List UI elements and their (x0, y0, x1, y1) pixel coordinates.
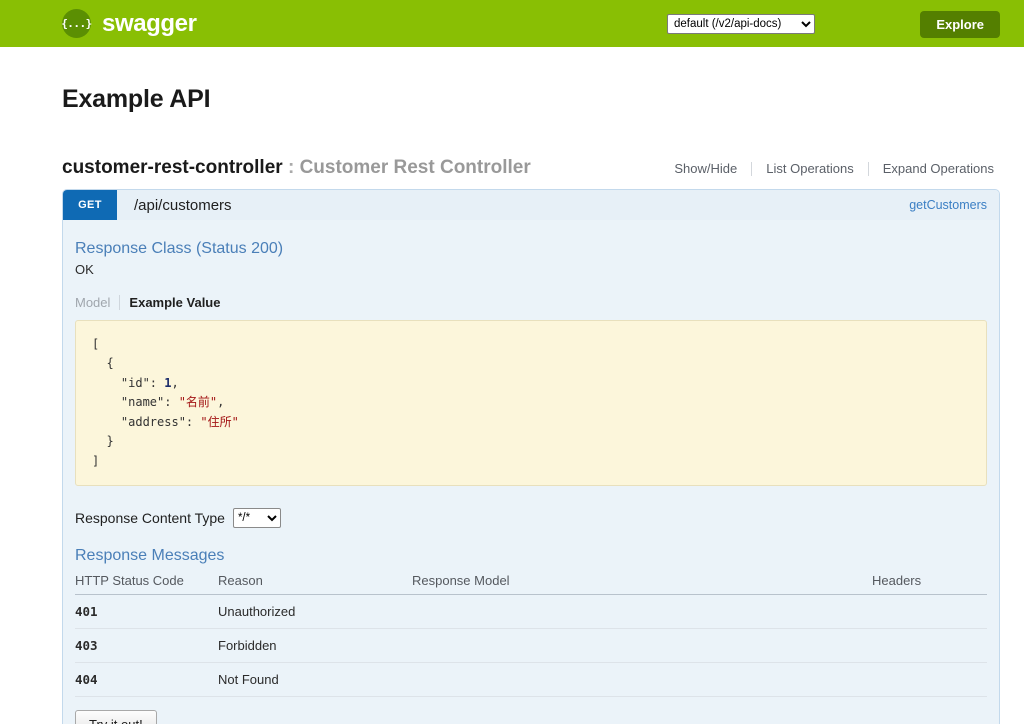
reason-cell: Forbidden (218, 628, 412, 664)
headers-cell (872, 628, 987, 664)
operation-path[interactable]: /api/customers (134, 197, 232, 214)
reason-cell: Not Found (218, 662, 412, 698)
response-content-type-label: Response Content Type (75, 510, 225, 527)
show-hide-link[interactable]: Show/Hide (660, 161, 751, 176)
operation-nickname-link[interactable]: getCustomers (909, 198, 987, 212)
column-response-model: Response Model (412, 573, 872, 596)
example-value-code: [ { "id": 1, "name": "名前", "address": "住… (75, 320, 987, 487)
try-it-out-button[interactable]: Try it out! (75, 710, 157, 724)
tab-model[interactable]: Model (75, 295, 119, 310)
response-content-type-row: Response Content Type */* (75, 508, 987, 529)
page-content: Example API customer-rest-controller : C… (0, 85, 1024, 724)
explore-button[interactable]: Explore (920, 11, 1000, 38)
status-code-cell: 403 (75, 628, 218, 664)
operation-block: GET /api/customers getCustomers Response… (62, 189, 1000, 724)
resource-title[interactable]: customer-rest-controller : Customer Rest… (62, 157, 531, 179)
spec-url-select[interactable]: default (/v2/api-docs) (667, 14, 815, 34)
response-model-cell (412, 594, 872, 630)
table-row: 403 Forbidden (75, 628, 987, 664)
table-row: 401 Unauthorized (75, 594, 987, 630)
model-example-tabs: Model Example Value (75, 295, 987, 310)
tab-example-value[interactable]: Example Value (120, 295, 220, 310)
column-headers: Headers (872, 573, 987, 596)
response-model-cell (412, 628, 872, 664)
response-model-cell (412, 662, 872, 698)
resource-description: Customer Rest Controller (299, 157, 531, 178)
headers-cell (872, 594, 987, 630)
status-code-cell: 401 (75, 594, 218, 630)
resource-separator: : (282, 157, 300, 178)
http-method-badge: GET (63, 190, 117, 220)
operation-heading[interactable]: GET /api/customers getCustomers (63, 190, 999, 220)
swagger-logo-text: swagger (102, 9, 197, 37)
reason-cell: Unauthorized (218, 594, 412, 630)
column-http-status-code: HTTP Status Code (75, 573, 218, 596)
list-operations-link[interactable]: List Operations (752, 161, 867, 176)
response-class-title: Response Class (Status 200) (75, 240, 284, 257)
column-reason: Reason (218, 573, 412, 596)
resource-name-text: customer-rest-controller (62, 157, 283, 178)
headers-cell (872, 662, 987, 698)
resource-options: Show/Hide List Operations Expand Operati… (660, 161, 994, 176)
top-header-bar: {...} swagger default (/v2/api-docs) Exp… (0, 0, 1024, 47)
status-code-cell: 404 (75, 662, 218, 698)
operation-body: Response Class (Status 200) OK Model Exa… (63, 220, 999, 724)
resource-header: customer-rest-controller : Customer Rest… (62, 157, 1000, 179)
swagger-braces-icon: {...} (61, 9, 92, 38)
response-messages-table: HTTP Status Code Reason Response Model H… (75, 573, 987, 698)
expand-operations-link[interactable]: Expand Operations (869, 161, 994, 176)
response-messages-title: Response Messages (75, 547, 225, 565)
page-title: Example API (62, 85, 211, 113)
table-row: 404 Not Found (75, 662, 987, 698)
response-content-type-select[interactable]: */* (232, 508, 281, 529)
response-table-body: 401 Unauthorized 403 Forbidden 404 Not F… (75, 594, 987, 698)
swagger-logo[interactable]: {...} swagger (61, 9, 197, 38)
table-header-row: HTTP Status Code Reason Response Model H… (75, 573, 987, 596)
response-table-head: HTTP Status Code Reason Response Model H… (75, 573, 987, 596)
response-status-text: OK (75, 262, 94, 277)
